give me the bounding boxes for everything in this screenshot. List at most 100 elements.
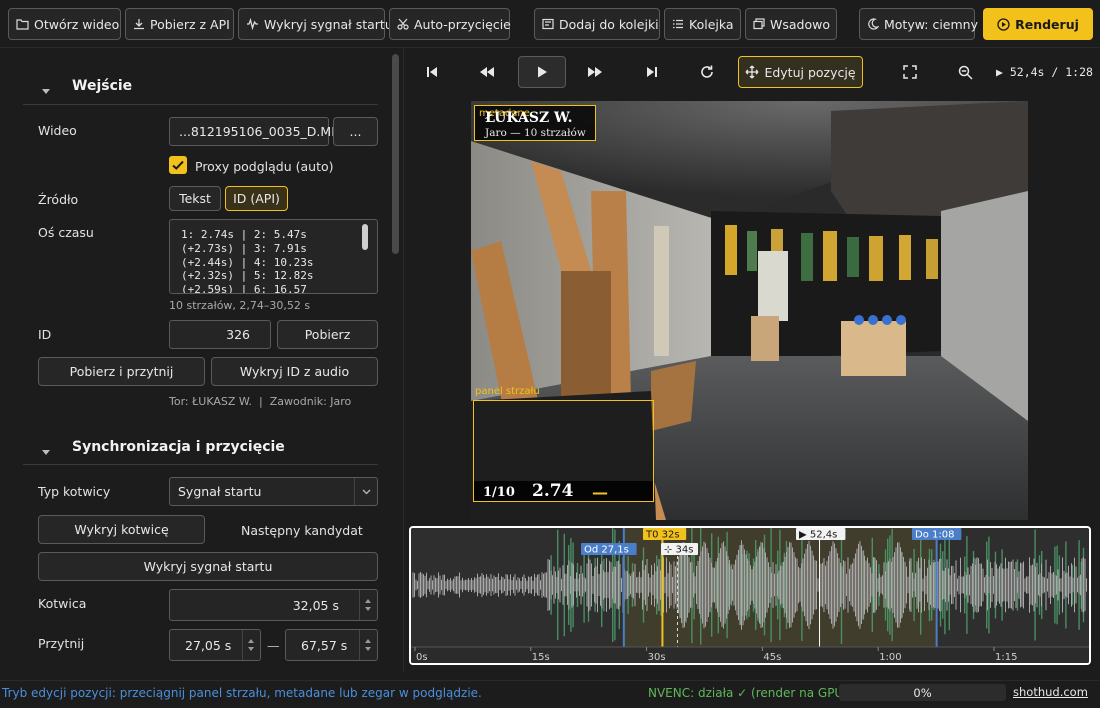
ruler-tick-label: 1:00 [879,652,901,663]
collapse-chevron-icon[interactable] [42,89,50,94]
timeline-line: (+2.59s) | 6: 16.57 [181,283,307,294]
anchor-input[interactable]: 32,05 s [169,589,378,621]
detect-start-button[interactable]: Wykryj sygnał startu [238,8,393,40]
status-bar: Tryb edycji pozycji: przeciągnij panel s… [0,680,1100,708]
zoom-out-icon [958,65,973,80]
fetch-trim-button[interactable]: Pobierz i przytnij [38,357,205,386]
section-divider [23,104,378,105]
detect-start-label: Wykryj sygnał startu [264,16,393,32]
trim-from-marker-label: Od 27,1s [584,545,629,556]
batch-label: Wsadowo [770,16,830,32]
fetch-button[interactable]: Pobierz [277,320,378,349]
anchor-value: 32,05 s [292,597,339,613]
zoom-out-button[interactable] [950,56,980,88]
play-circle-icon [997,17,1010,31]
chevron-down-icon [362,489,371,495]
id-label: ID [38,327,52,342]
anchor-type-label: Typ kotwicy [38,484,111,499]
trim-to-input[interactable]: 67,57 s [285,629,378,661]
refresh-icon [701,65,713,78]
source-label: Źródło [38,192,79,207]
anchor-type-select[interactable]: Sygnał startu [169,477,378,506]
video-label: Wideo [38,123,77,138]
skip-start-button[interactable] [417,56,447,88]
fast-forward-button[interactable] [580,56,610,88]
timeline-line: (+2.73s) | 3: 7.91s [181,241,307,255]
textarea-scrollbar[interactable] [362,224,368,250]
fullscreen-button[interactable] [895,56,925,88]
metadata-name: ŁUKASZ W. [485,110,573,126]
track-info: Tor: ŁUKASZ W. | Zawodnik: Jaro [169,395,352,408]
trim-to-marker-label: Do 1:08 [915,530,954,541]
trim-to-spinner[interactable] [359,630,377,660]
collapse-chevron-icon[interactable] [42,450,50,455]
timeline-waveform[interactable]: 0s 15s 30s 45s 1:00 1:15 T0 32s Od 27,1s ⊹ 34s ▶ … [409,526,1091,665]
play-icon [538,66,547,78]
detect-anchor-label: Wykryj kotwicę [74,522,169,537]
add-queue-label: Dodaj do kolejki [559,16,659,32]
rewind-button[interactable] [472,56,502,88]
metadata-overlay[interactable]: metadane ŁUKASZ W. Jaro — 10 strzałów [474,105,596,141]
timeline-lines: 1: 2.74s | 2: 5.47s (+2.73s) | 3: 7.91s (+… [181,228,377,294]
open-video-label: Otwórz wideo [34,16,120,32]
detect-start-signal-label: Wykryj sygnał startu [143,559,273,574]
video-path-field[interactable]: ...812195106_0035_D.MP4 [169,117,347,146]
play-button[interactable] [518,56,566,88]
shot-counter: 1/10 [483,485,515,500]
anchor-type-value: Sygnał startu [178,484,262,499]
skip-end-button[interactable] [637,56,667,88]
ruler-tick-label: 30s [648,652,666,663]
source-text-button[interactable]: Tekst [169,186,221,211]
folder-icon [16,19,29,30]
fetch-api-button[interactable]: Pobierz z API [125,8,234,40]
theme-button[interactable]: Motyw: ciemny [859,8,978,40]
trim-from-value: 27,05 s [185,637,232,653]
shot-panel-overlay[interactable]: 1/10 2.74 — [473,400,654,502]
trim-from-spinner[interactable] [242,630,260,660]
batch-button[interactable]: Wsadowo [745,8,837,40]
detect-id-label: Wykryj ID z audio [239,364,350,379]
brand-link[interactable]: shothud.com [1013,685,1088,699]
edit-position-button[interactable]: Edytuj pozycję [738,56,863,88]
id-input[interactable]: 326 [169,320,271,349]
trim-dash: — [267,638,280,653]
skip-to-start-icon [427,67,437,77]
status-message: Tryb edycji pozycji: przeciągnij panel s… [2,686,482,700]
timeline-canvas[interactable]: 0s 15s 30s 45s 1:00 1:15 T0 32s Od 27,1s ⊹ 34s ▶ … [411,528,1089,663]
skip-to-end-icon [647,67,657,77]
ruler-tick-label: 0s [416,652,428,663]
panel-scrollbar[interactable] [392,54,399,254]
metadata-subtitle: Jaro — 10 strzałów [485,127,586,139]
anchor-spinner[interactable] [359,590,377,620]
input-section-title: Wejście [72,78,133,94]
download-icon [134,19,144,30]
video-preview[interactable]: metadane ŁUKASZ W. Jaro — 10 strzałów pa… [471,101,1028,520]
edit-position-label: Edytuj pozycję [764,64,856,80]
browse-button[interactable]: ... [333,117,378,146]
timeline-line: 1: 2.74s | 2: 5.47s [181,228,307,241]
open-video-button[interactable]: Otwórz wideo [8,8,121,40]
timeline-label: Oś czasu [38,225,94,240]
trim-from-input[interactable]: 27,05 s [169,629,261,661]
auto-trim-button[interactable]: Auto-przycięcie [389,8,511,40]
proxy-checkbox[interactable] [169,156,187,174]
auto-trim-label: Auto-przycięcie [414,16,511,32]
shots-summary: 10 strzałów, 2,74–30,52 s [169,299,311,312]
queue-button[interactable]: Kolejka [664,8,741,40]
ruler-tick-label: 15s [532,652,550,663]
next-candidate-button[interactable]: Następny kandydat [241,523,363,538]
add-queue-button[interactable]: Dodaj do kolejki [534,8,660,40]
detect-id-button[interactable]: Wykryj ID z audio [211,357,378,386]
reload-button[interactable] [692,56,722,88]
render-button[interactable]: Renderuj [983,8,1093,40]
render-label: Renderuj [1015,16,1079,32]
timeline-textarea[interactable]: 1: 2.74s | 2: 5.47s (+2.73s) | 3: 7.91s (+… [169,219,378,294]
source-id-button[interactable]: ID (API) [225,186,288,211]
detect-anchor-button[interactable]: Wykryj kotwicę [38,515,205,544]
video-path-value: ...812195106_0035_D.MP4 [179,124,347,139]
shot-split-indicator: — [592,483,608,502]
waveform-icon [247,18,258,30]
list-icon [673,19,683,29]
detect-start-signal-button[interactable]: Wykryj sygnał startu [38,552,378,581]
anchor-label: Kotwica [38,596,87,611]
